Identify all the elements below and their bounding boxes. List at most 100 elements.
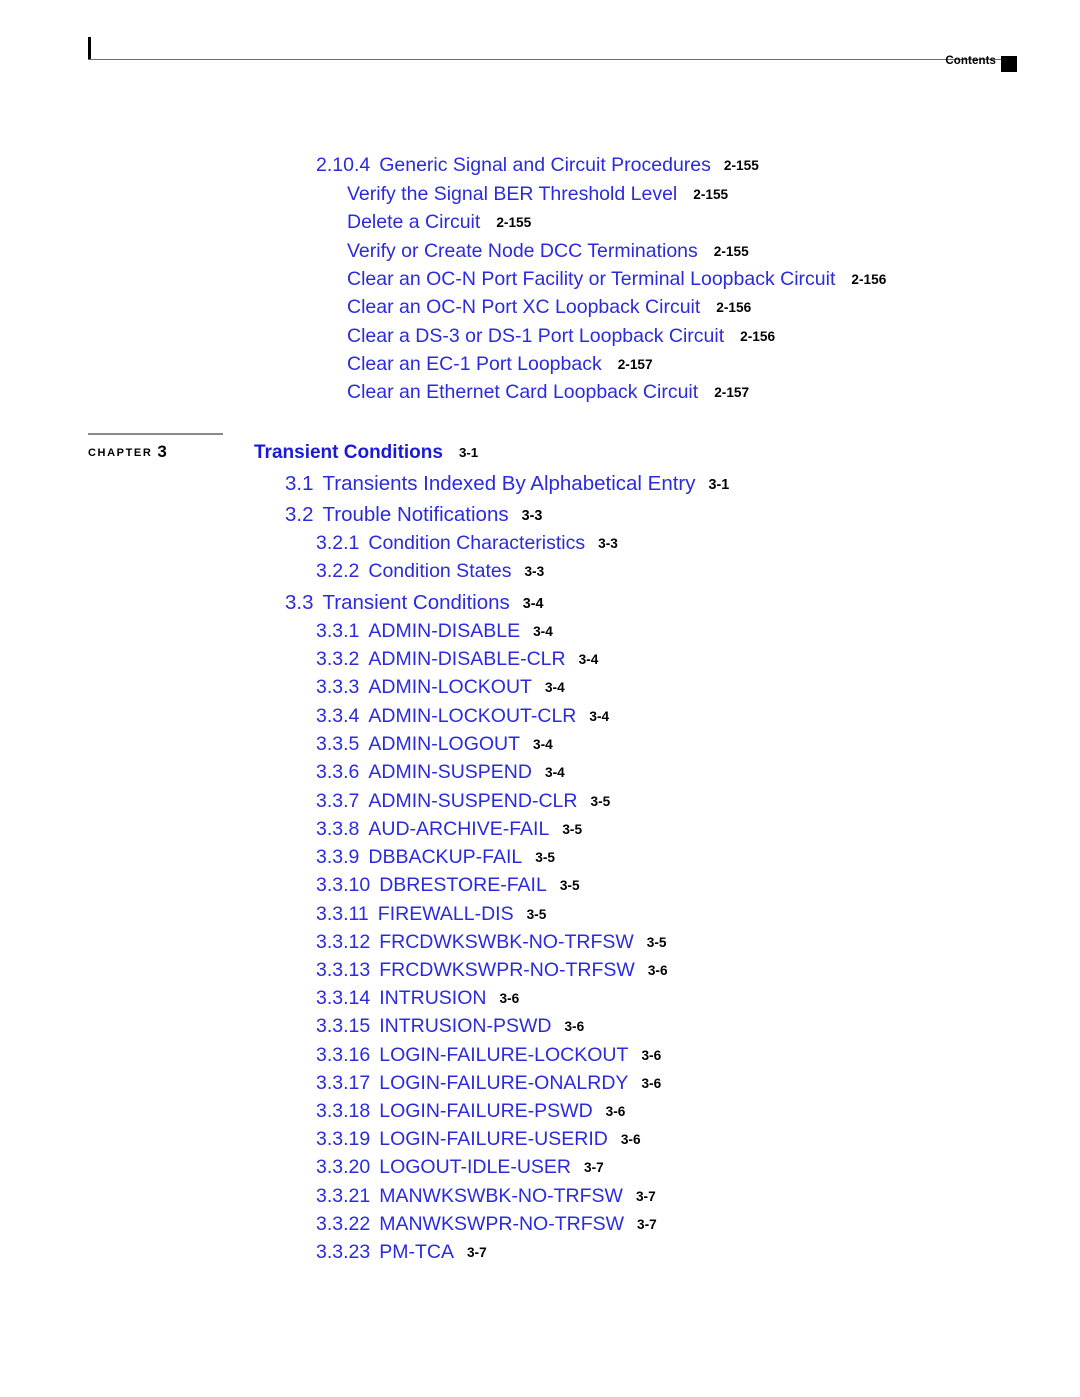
chapter-marker: CHAPTER 3 (88, 441, 167, 461)
toc-entry-page: 3-6 (605, 1104, 626, 1119)
toc-entry[interactable]: 3.3.3 ADMIN-LOCKOUT 3-4 (316, 676, 565, 698)
toc-entry[interactable]: Verify the Signal BER Threshold Level 2-1… (347, 184, 729, 205)
toc-entry-number: 3.3.4 (316, 705, 360, 727)
toc-entry[interactable]: 3.3.12 FRCDWKSWBK-NO-TRFSW 3-5 (316, 931, 667, 953)
toc-entry[interactable]: 3.2.2 Condition States 3-3 (316, 560, 544, 582)
toc-entry-page: 3-7 (637, 1217, 657, 1232)
toc-entry-page: 3-7 (466, 1245, 487, 1260)
toc-entry-title: ADMIN-DISABLE (368, 620, 521, 642)
toc-entry-title: Trouble Notifications (322, 503, 509, 526)
toc-entry-title: ADMIN-SUSPEND-CLR (368, 790, 578, 812)
toc-entry-title: DBBACKUP-FAIL (368, 846, 523, 868)
toc-entry-title: ADMIN-SUSPEND (368, 761, 532, 783)
toc-entry[interactable]: 3.3 Transient Conditions 3-4 (285, 592, 544, 614)
toc-entry[interactable]: 3.3.6 ADMIN-SUSPEND 3-4 (316, 761, 565, 783)
toc-entry[interactable]: 3.3.15 INTRUSION-PSWD 3-6 (316, 1015, 585, 1037)
toc-entry-number: 3.3.14 (316, 987, 371, 1009)
toc-entry[interactable]: 3.3.7 ADMIN-SUSPEND-CLR 3-5 (316, 790, 610, 812)
toc-entry-number: 3.3.17 (316, 1072, 371, 1094)
toc-entry[interactable]: Clear a DS-3 or DS-1 Port Loopback Circu… (347, 325, 776, 347)
toc-entry[interactable]: 3.3.10 DBRESTORE-FAIL 3-5 (316, 874, 580, 896)
toc-entry-title: Condition Characteristics (368, 532, 586, 554)
toc-entry[interactable]: 3.3.18 LOGIN-FAILURE-PSWD 3-6 (316, 1100, 626, 1122)
toc-entry[interactable]: Clear an OC-N Port XC Loopback Circuit 2-… (347, 296, 751, 318)
toc-entry-page: 3-4 (544, 680, 565, 695)
toc-entry-page: 3-6 (641, 1076, 662, 1091)
toc-entry-page: 3-5 (646, 935, 667, 950)
toc-entry-page: 2-157 (714, 385, 750, 400)
toc-entry-number: 3.3.23 (316, 1241, 371, 1263)
toc-entry-title: INTRUSION-PSWD (379, 1015, 552, 1037)
chapter-word: CHAPTER (88, 447, 153, 459)
toc-entry-number: 3.2.2 (316, 560, 360, 582)
toc-entry-number: 3.3.12 (316, 931, 371, 953)
toc-entry[interactable]: 3.3.22 MANWKSWPR-NO-TRFSW 3-7 (316, 1213, 657, 1235)
toc-entry-page: 3-3 (598, 536, 618, 551)
toc-entry[interactable]: Verify or Create Node DCC Terminations 2-… (347, 240, 749, 262)
toc-entry-page: 2-157 (617, 357, 653, 372)
toc-entry-number: 3.3.13 (316, 959, 371, 981)
toc-entry[interactable]: 3.3.1 ADMIN-DISABLE 3-4 (316, 620, 553, 642)
toc-entry-page: 3-4 (522, 596, 544, 612)
toc-entry[interactable]: 3.3.11 FIREWALL-DIS 3-5 (316, 903, 546, 925)
toc-entry[interactable]: 3.3.5 ADMIN-LOGOUT 3-4 (316, 734, 553, 755)
toc-entry-page: 3-4 (544, 765, 565, 780)
toc-entry[interactable]: 3.3.23 PM-TCA 3-7 (316, 1241, 487, 1263)
toc-entry-page: 2-156 (740, 329, 776, 344)
header-crop-tick (88, 37, 91, 60)
toc-entry[interactable]: Clear an OC-N Port Facility or Terminal … (347, 269, 886, 290)
toc-entry-title: FIREWALL-DIS (377, 903, 514, 925)
toc-entry[interactable]: 3.3.14 INTRUSION 3-6 (316, 987, 520, 1009)
toc-entry[interactable]: 2.10.4 Generic Signal and Circuit Procedu… (316, 154, 759, 176)
toc-entry-title: MANWKSWPR-NO-TRFSW (379, 1213, 625, 1235)
toc-entry-title: Verify or Create Node DCC Terminations (347, 240, 698, 262)
page-footer: Cisco ONS 15310-CL and Cisco ONS 15310-M… (0, 1287, 1080, 1397)
toc-entry-title: LOGIN-FAILURE-PSWD (379, 1100, 593, 1122)
toc-entry[interactable]: Clear an Ethernet Card Loopback Circuit 2… (347, 382, 750, 403)
header-rule (88, 59, 1017, 60)
toc-entry[interactable]: 3.3.20 LOGOUT-IDLE-USER 3-7 (316, 1157, 604, 1178)
toc-entry-page: 2-155 (496, 215, 532, 230)
toc-entry-number: 3.3.1 (316, 620, 360, 642)
toc-entry-title: DBRESTORE-FAIL (379, 874, 547, 896)
toc-entry-title: LOGIN-FAILURE-USERID (379, 1128, 608, 1150)
toc-entry-title: MANWKSWBK-NO-TRFSW (379, 1185, 623, 1207)
toc-entry-page: 3-1 (708, 477, 730, 493)
toc-entry-title: Generic Signal and Circuit Procedures (379, 154, 711, 176)
toc-entry[interactable]: 3.3.19 LOGIN-FAILURE-USERID 3-6 (316, 1128, 641, 1150)
toc-entry-title: ADMIN-LOCKOUT-CLR (368, 705, 577, 727)
toc-entry[interactable]: Clear an EC-1 Port Loopback 2-157 (347, 354, 653, 375)
toc-entry[interactable]: 3.3.4 ADMIN-LOCKOUT-CLR 3-4 (316, 705, 610, 727)
toc-entry-page: 2-155 (693, 187, 729, 202)
toc-entry[interactable]: 3.3.17 LOGIN-FAILURE-ONALRDY 3-6 (316, 1072, 662, 1094)
toc-entry-number: 3.3.7 (316, 790, 360, 812)
toc-entry[interactable]: 3.3.8 AUD-ARCHIVE-FAIL 3-5 (316, 818, 582, 840)
toc-entry[interactable]: 3.3.2 ADMIN-DISABLE-CLR 3-4 (316, 649, 598, 670)
toc-entry-page: 3-6 (499, 991, 520, 1006)
toc-entry[interactable]: 3.1 Transients Indexed By Alphabetical En… (285, 472, 730, 495)
toc-entry[interactable]: 3.3.16 LOGIN-FAILURE-LOCKOUT 3-6 (316, 1045, 661, 1066)
toc-entry[interactable]: 3.2.1 Condition Characteristics 3-3 (316, 532, 618, 554)
toc-entry-number: 3.3.18 (316, 1100, 371, 1122)
toc-entry-title: LOGIN-FAILURE-ONALRDY (379, 1072, 629, 1094)
toc-entry[interactable]: 3.3.9 DBBACKUP-FAIL 3-5 (316, 846, 555, 868)
toc-entry-title: INTRUSION (379, 987, 487, 1009)
toc-entry-title: ADMIN-LOCKOUT (368, 676, 532, 698)
toc-entry-page: 3-4 (589, 709, 610, 724)
toc-entry-title: Clear a DS-3 or DS-1 Port Loopback Circu… (347, 325, 725, 347)
toc-entry-number: 3.3.8 (316, 818, 360, 840)
toc-entry-title: Delete a Circuit (347, 211, 481, 233)
toc-entry-number: 3.1 (285, 472, 314, 495)
toc-entry-page: 2-155 (713, 244, 749, 259)
toc-entry[interactable]: 3.2 Trouble Notifications 3-3 (285, 503, 542, 526)
toc-entry-title: Condition States (368, 560, 512, 582)
toc-entry-number: 3.3.21 (316, 1185, 371, 1207)
toc-entry[interactable]: 3.3.13 FRCDWKSWPR-NO-TRFSW 3-6 (316, 959, 668, 981)
toc-entry[interactable]: Transient Conditions 3-1 (254, 443, 478, 462)
toc-entry[interactable]: Delete a Circuit 2-155 (347, 211, 532, 233)
toc-entry[interactable]: 3.3.21 MANWKSWBK-NO-TRFSW 3-7 (316, 1185, 656, 1207)
toc-entry-page: 3-6 (564, 1019, 585, 1034)
toc-entry-title: Clear an OC-N Port XC Loopback Circuit (347, 296, 701, 318)
chapter-marker-rule (88, 433, 223, 435)
toc-entry-number: 3.3.15 (316, 1015, 371, 1037)
